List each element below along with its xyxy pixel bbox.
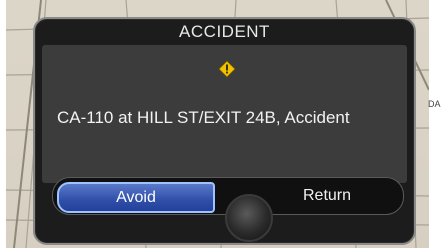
- message-panel: CA-110 at HILL ST/EXIT 24B, Accident: [42, 45, 407, 183]
- avoid-button[interactable]: Avoid: [57, 182, 215, 213]
- return-button[interactable]: Return: [257, 182, 397, 209]
- warning-diamond-icon: [218, 60, 236, 78]
- incident-message: CA-110 at HILL ST/EXIT 24B, Accident: [57, 108, 350, 127]
- selector-knob[interactable]: [225, 194, 273, 242]
- map-edge-label: DAD: [428, 99, 441, 109]
- dialog-title: ACCIDENT: [179, 22, 270, 41]
- accident-dialog: ACCIDENT CA-110 at HILL ST/EXIT 24B, Acc…: [33, 17, 416, 245]
